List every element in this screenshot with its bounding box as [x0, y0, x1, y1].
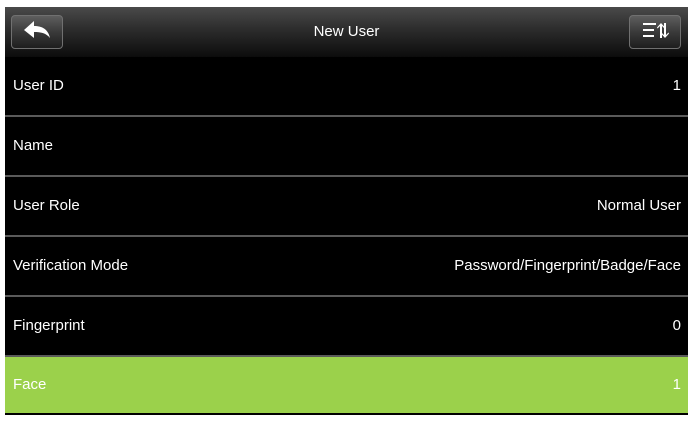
- user-form-list: User ID 1 Name User Role Normal User Ver…: [5, 57, 688, 413]
- sort-list-icon: [640, 19, 670, 46]
- header-bar: New User: [5, 7, 688, 57]
- row-label: User ID: [13, 77, 64, 94]
- list-item-face[interactable]: Face 1: [5, 357, 688, 413]
- back-button[interactable]: [11, 15, 63, 49]
- row-label: Fingerprint: [13, 317, 85, 334]
- sort-button[interactable]: [629, 15, 681, 49]
- row-value: Normal User: [596, 197, 681, 214]
- row-label: Name: [13, 137, 54, 154]
- row-label: User Role: [13, 197, 80, 214]
- list-item-fingerprint[interactable]: Fingerprint 0: [5, 297, 688, 357]
- row-value: Password/Fingerprint/Badge/Face: [454, 257, 681, 274]
- list-item-user-id[interactable]: User ID 1: [5, 57, 688, 117]
- row-value: 1: [672, 77, 681, 94]
- row-label: Face: [13, 376, 47, 393]
- list-item-user-role[interactable]: User Role Normal User: [5, 177, 688, 237]
- list-item-name[interactable]: Name: [5, 117, 688, 177]
- device-screen: New User User ID 1 Name User Role Normal…: [5, 7, 688, 415]
- row-value: 1: [672, 376, 681, 393]
- row-value: 0: [672, 317, 681, 334]
- back-arrow-icon: [22, 19, 52, 46]
- page-title: New User: [313, 23, 380, 40]
- row-label: Verification Mode: [13, 257, 129, 274]
- list-item-verification-mode[interactable]: Verification Mode Password/Fingerprint/B…: [5, 237, 688, 297]
